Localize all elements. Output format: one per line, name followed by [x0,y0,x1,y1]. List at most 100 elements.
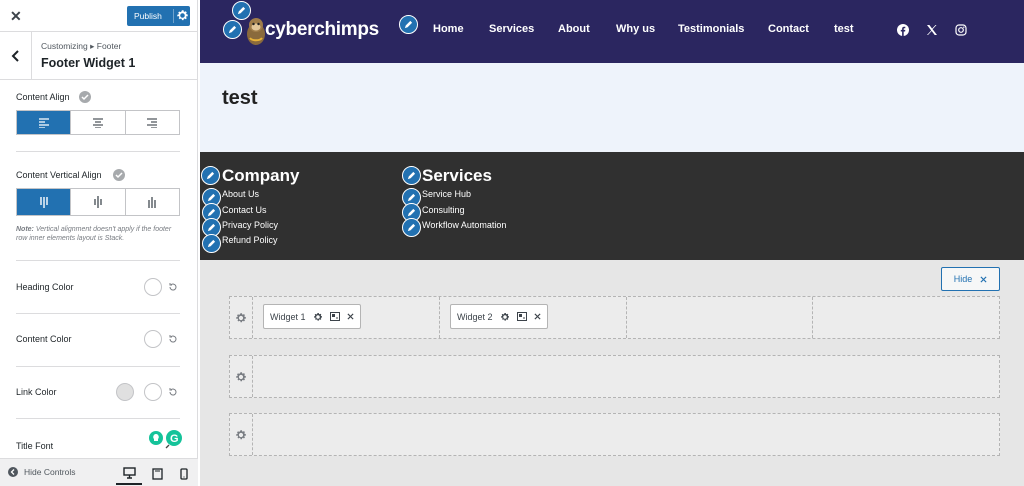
align-right-icon [147,117,158,128]
link-color-swatch[interactable] [116,383,134,401]
desktop-icon [122,467,136,479]
vertical-align-note: Note: Vertical alignment doesn't apply i… [16,225,180,243]
publish-button[interactable]: Publish [127,6,190,26]
panel-top-bar: ✕ Publish [0,0,197,32]
edit-pencil-icon[interactable] [202,234,221,253]
reset-icon[interactable] [168,387,178,397]
desktop-preview-button[interactable] [116,463,142,485]
content-align-label: Content Align [16,92,70,102]
nav-services[interactable]: Services [489,23,534,35]
edit-pencil-icon[interactable] [399,15,418,34]
grammarly-extension-icon[interactable]: G [148,429,184,449]
site-footer: Company About Us Contact Us Privacy Poli… [200,152,1024,260]
widget-1-chip[interactable]: Widget 1 [263,304,361,329]
panel-controls: Content Align Content Vertical Align Not… [0,80,196,458]
valign-bottom-button[interactable] [126,189,179,215]
nav-about[interactable]: About [558,23,590,35]
footer-link-contact-us[interactable]: Contact Us [222,205,267,215]
divider [16,418,180,419]
edit-pencil-icon[interactable] [201,166,220,185]
tablet-icon [151,468,163,480]
row-column-4[interactable] [813,297,999,338]
help-icon[interactable] [113,169,125,181]
close-icon[interactable] [533,313,541,320]
builder-row-bottom[interactable] [229,413,1000,456]
back-button[interactable] [0,32,32,80]
edit-pencil-icon[interactable] [402,166,421,185]
section-title: Footer Widget 1 [41,56,136,70]
close-icon [980,275,987,283]
footer-link-service-hub[interactable]: Service Hub [422,189,471,199]
x-twitter-icon[interactable] [926,24,938,36]
collapse-arrow-icon [8,467,18,477]
footer-link-workflow-automation[interactable]: Workflow Automation [422,220,506,230]
footer-heading-services: Services [422,166,492,185]
align-right-button[interactable] [126,111,179,134]
edit-pencil-icon[interactable] [223,20,242,39]
row-settings-button[interactable] [230,414,253,455]
valign-top-button[interactable] [17,189,72,215]
align-left-button[interactable] [17,111,72,134]
publish-label: Publish [134,11,162,21]
gear-icon[interactable] [500,312,510,322]
footer-link-refund-policy[interactable]: Refund Policy [222,235,278,245]
hide-builder-button[interactable]: Hide [941,267,1000,291]
svg-text:G: G [170,433,179,445]
builder-row-main[interactable] [229,355,1000,398]
gear-icon[interactable] [313,312,323,322]
valign-middle-button[interactable] [71,189,126,215]
site-logo-text[interactable]: cyberchimps [265,19,379,41]
row-settings-button[interactable] [230,297,253,338]
builder-row-top[interactable]: Widget 1 Widget 2 [229,296,1000,339]
link-hover-color-swatch[interactable] [144,383,162,401]
content-vertical-align-label: Content Vertical Align [16,170,102,180]
footer-link-about-us[interactable]: About Us [222,189,259,199]
reset-icon[interactable] [168,334,178,344]
site-preview: cyberchimps Home Services About Why us T… [200,0,1024,486]
close-customizer-button[interactable]: ✕ [10,8,22,25]
hide-builder-label: Hide [953,274,973,284]
heading-color-swatch[interactable] [144,278,162,296]
nav-why-us[interactable]: Why us [616,23,655,35]
facebook-icon[interactable] [897,24,909,36]
widget-area-icon[interactable] [516,312,527,321]
title-font-label: Title Font [16,441,54,451]
widget-area-icon[interactable] [329,312,340,321]
divider [16,313,180,314]
nav-home[interactable]: Home [433,23,464,35]
nav-contact[interactable]: Contact [768,23,809,35]
align-center-button[interactable] [71,111,126,134]
widget-2-chip[interactable]: Widget 2 [450,304,548,329]
row-column-3[interactable] [627,297,813,338]
content-align-group [16,110,180,135]
mobile-icon [180,468,188,480]
publish-settings-gear-icon[interactable] [176,9,189,24]
valign-top-icon [39,197,48,208]
hide-controls-button[interactable]: Hide Controls [8,467,76,477]
row-column-1[interactable]: Widget 1 [253,297,440,338]
note-bold: Note: [16,226,34,233]
content-color-label: Content Color [16,334,72,344]
hide-controls-label: Hide Controls [24,467,76,477]
edit-pencil-icon[interactable] [402,218,421,237]
note-text: Vertical alignment doesn't apply if the … [16,226,172,242]
row-column-2[interactable]: Widget 2 [440,297,627,338]
publish-separator [173,9,174,23]
footer-builder: Hide Widget 1 Widget 2 [200,260,1024,486]
footer-link-privacy-policy[interactable]: Privacy Policy [222,220,278,230]
footer-link-consulting[interactable]: Consulting [422,205,465,215]
content-color-swatch[interactable] [144,330,162,348]
divider [16,366,180,367]
gear-icon [236,312,246,322]
help-icon[interactable] [79,91,91,103]
section-header: Customizing ▸ Footer Footer Widget 1 [0,32,197,80]
reset-icon[interactable] [168,282,178,292]
tablet-preview-button[interactable] [144,463,170,485]
gear-icon [236,429,246,439]
nav-test[interactable]: test [834,23,854,35]
mobile-preview-button[interactable] [171,463,197,485]
close-icon[interactable] [346,313,354,320]
instagram-icon[interactable] [955,24,967,36]
nav-testimonials[interactable]: Testimonials [678,23,744,35]
row-settings-button[interactable] [230,356,253,397]
